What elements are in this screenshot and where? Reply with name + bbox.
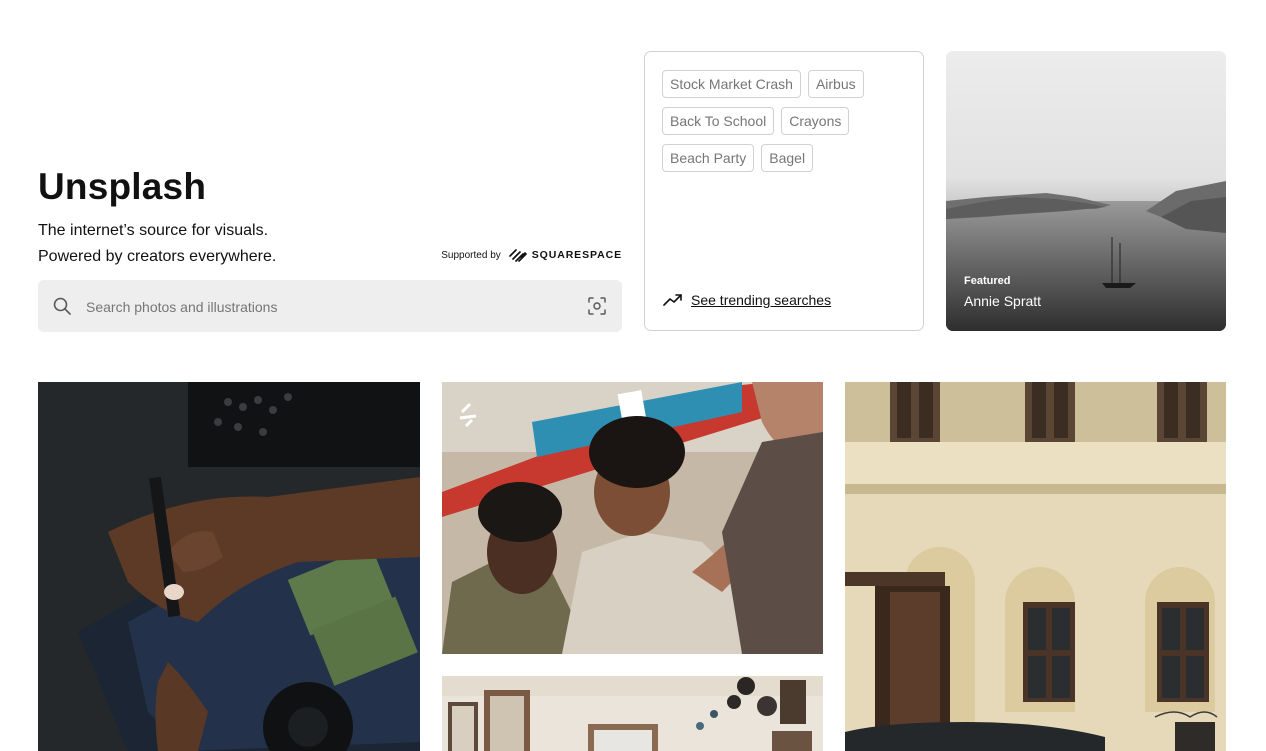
photo-young-men[interactable] <box>442 382 823 654</box>
search-bar[interactable] <box>38 280 622 332</box>
visual-search-icon[interactable] <box>586 295 608 317</box>
squarespace-logo: SQUARESPACE <box>508 248 622 262</box>
tag-row-1: Stock Market Crash Airbus <box>662 70 864 98</box>
featured-card[interactable]: Featured Annie Spratt <box>946 51 1226 331</box>
tag-beach-party[interactable]: Beach Party <box>662 144 755 172</box>
tag-stock-market-crash[interactable]: Stock Market Crash <box>662 70 801 98</box>
sponsor-name: SQUARESPACE <box>531 249 622 261</box>
tagline-line-2: Powered by creators everywhere. <box>38 248 277 265</box>
search-icon[interactable] <box>52 296 72 316</box>
tag-back-to-school[interactable]: Back To School <box>662 107 775 135</box>
tagline-line-1: The internet’s source for visuals. <box>38 222 269 239</box>
featured-author[interactable]: Annie Spratt <box>964 293 1041 309</box>
building-facade-image <box>845 382 1226 751</box>
search-input[interactable] <box>84 292 568 322</box>
sponsor-badge[interactable]: Supported by SQUARESPACE <box>441 248 622 262</box>
see-trending-link-row[interactable]: See trending searches <box>663 292 831 308</box>
page-title: Unsplash <box>38 166 207 207</box>
tag-bagel[interactable]: Bagel <box>761 144 814 172</box>
hero-section: Unsplash The internet’s source for visua… <box>38 150 622 332</box>
featured-photo <box>946 181 1226 331</box>
squarespace-logo-icon <box>508 249 527 262</box>
tagline: The internet’s source for visuals. Power… <box>38 218 276 270</box>
young-men-image <box>442 382 823 654</box>
photo-building-facade[interactable] <box>845 382 1226 751</box>
see-trending-link[interactable]: See trending searches <box>691 292 831 308</box>
interior-room-image <box>442 676 823 751</box>
photo-laptop-repair[interactable] <box>38 382 420 751</box>
tag-row-2: Back To School Crayons <box>662 107 850 135</box>
tag-airbus[interactable]: Airbus <box>807 70 864 98</box>
tag-row-3: Beach Party Bagel <box>662 144 814 172</box>
featured-label: Featured <box>964 275 1011 287</box>
supported-by-label: Supported by <box>441 249 501 261</box>
trending-up-icon <box>663 294 682 306</box>
photo-interior-room[interactable] <box>442 676 823 751</box>
trending-card: Stock Market Crash Airbus Back To School… <box>644 51 924 331</box>
tag-crayons[interactable]: Crayons <box>781 107 850 135</box>
laptop-repair-image <box>38 382 420 751</box>
